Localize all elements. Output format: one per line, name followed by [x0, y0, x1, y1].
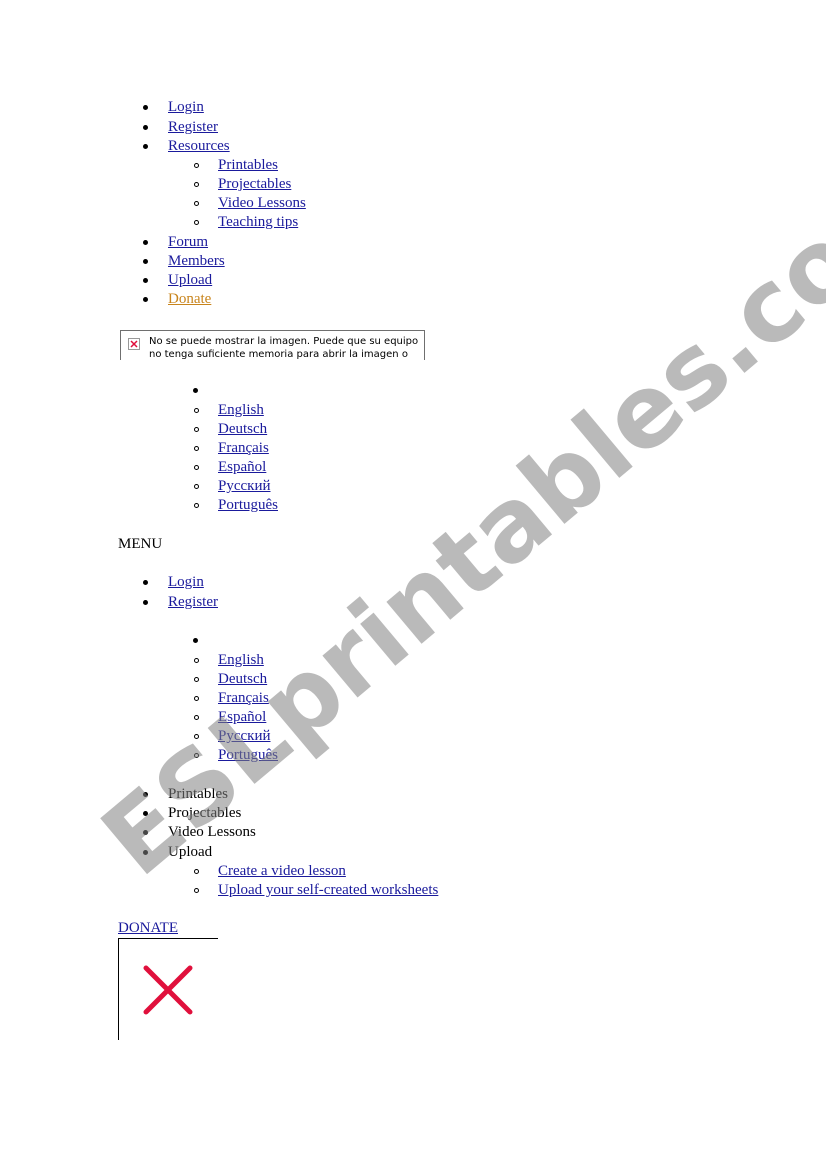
broken-image-x-icon: [143, 965, 193, 1015]
nav-item-register: Register: [168, 118, 218, 137]
circle-bullet-icon: [194, 734, 199, 739]
circle-bullet-icon: [194, 696, 199, 701]
resources-link[interactable]: Resources: [168, 138, 230, 154]
members-link[interactable]: Members: [168, 253, 225, 269]
broken-image-icon: [128, 338, 140, 350]
nav-item-upload: Upload: [168, 271, 212, 290]
donate-caps-link[interactable]: DONATE: [118, 920, 178, 936]
donate-image-placeholder[interactable]: [118, 938, 218, 1040]
language-item-russian: Русский: [218, 727, 271, 746]
bullet-icon: [143, 125, 148, 130]
deutsch-link[interactable]: Deutsch: [218, 671, 267, 687]
circle-bullet-icon: [194, 201, 199, 206]
upload-item-worksheets: Upload your self-created worksheets: [218, 881, 438, 900]
bullet-icon: [143, 278, 148, 283]
forum-link[interactable]: Forum: [168, 234, 208, 250]
circle-bullet-icon: [194, 220, 199, 225]
espanol-link[interactable]: Español: [218, 709, 266, 725]
language-item-deutsch: Deutsch: [218, 670, 267, 689]
section-upload: Upload: [168, 844, 213, 860]
language-item-portugues: Português: [218, 496, 278, 515]
english-link[interactable]: English: [218, 402, 264, 418]
bullet-icon: [143, 259, 148, 264]
menu-item-login: Login: [168, 573, 204, 592]
bullet-icon: [143, 600, 148, 605]
bullet-icon: [143, 830, 148, 835]
language-item-francais: Français: [218, 439, 269, 458]
francais-link[interactable]: Français: [218, 690, 269, 706]
bullet-icon: [193, 638, 198, 643]
bullet-icon: [143, 850, 148, 855]
portugues-link[interactable]: Português: [218, 497, 278, 513]
circle-bullet-icon: [194, 427, 199, 432]
circle-bullet-icon: [194, 446, 199, 451]
section-projectables: Projectables: [168, 805, 242, 821]
upload-link[interactable]: Upload: [168, 272, 212, 288]
circle-bullet-icon: [194, 677, 199, 682]
register-link[interactable]: Register: [168, 119, 218, 135]
circle-bullet-icon: [194, 503, 199, 508]
nav-item-resources: Resources: [168, 137, 230, 156]
deutsch-link[interactable]: Deutsch: [218, 421, 267, 437]
broken-image-message: No se puede mostrar la imagen. Puede que…: [149, 336, 419, 360]
nav-item-members: Members: [168, 252, 225, 271]
bullet-icon: [193, 388, 198, 393]
nav-item-forum: Forum: [168, 233, 208, 252]
resources-item-projectables: Projectables: [218, 175, 291, 194]
login-link[interactable]: Login: [168, 99, 204, 115]
bullet-icon: [143, 297, 148, 302]
circle-bullet-icon: [194, 484, 199, 489]
circle-bullet-icon: [194, 182, 199, 187]
language-item-espanol: Español: [218, 708, 266, 727]
language-item-english: English: [218, 651, 264, 670]
menu-item-register: Register: [168, 593, 218, 612]
projectables-link[interactable]: Projectables: [218, 176, 291, 192]
language-item-portugues: Português: [218, 746, 278, 765]
resources-item-video-lessons: Video Lessons: [218, 194, 306, 213]
portugues-link[interactable]: Português: [218, 747, 278, 763]
bullet-icon: [143, 811, 148, 816]
menu-heading: MENU: [118, 536, 163, 552]
circle-bullet-icon: [194, 715, 199, 720]
circle-bullet-icon: [194, 163, 199, 168]
language-item-english: English: [218, 401, 264, 420]
bullet-icon: [143, 105, 148, 110]
francais-link[interactable]: Français: [218, 440, 269, 456]
section-printables: Printables: [168, 786, 228, 802]
teaching-tips-link[interactable]: Teaching tips: [218, 214, 298, 230]
nav-item-donate: Donate: [168, 290, 211, 309]
bullet-icon: [143, 580, 148, 585]
language-item-russian: Русский: [218, 477, 271, 496]
circle-bullet-icon: [194, 408, 199, 413]
russian-link[interactable]: Русский: [218, 478, 271, 494]
circle-bullet-icon: [194, 658, 199, 663]
broken-image-placeholder: No se puede mostrar la imagen. Puede que…: [120, 330, 425, 360]
russian-link[interactable]: Русский: [218, 728, 271, 744]
nav-item-login: Login: [168, 98, 204, 117]
circle-bullet-icon: [194, 888, 199, 893]
resources-item-teaching-tips: Teaching tips: [218, 213, 298, 232]
video-lessons-link[interactable]: Video Lessons: [218, 195, 306, 211]
upload-worksheets-link[interactable]: Upload your self-created worksheets: [218, 882, 438, 898]
upload-item-create-video: Create a video lesson: [218, 862, 346, 881]
menu-register-link[interactable]: Register: [168, 594, 218, 610]
language-item-deutsch: Deutsch: [218, 420, 267, 439]
circle-bullet-icon: [194, 753, 199, 758]
circle-bullet-icon: [194, 465, 199, 470]
circle-bullet-icon: [194, 869, 199, 874]
donate-section: DONATE: [118, 919, 178, 938]
bullet-icon: [143, 240, 148, 245]
language-item-espanol: Español: [218, 458, 266, 477]
create-video-lesson-link[interactable]: Create a video lesson: [218, 863, 346, 879]
english-link[interactable]: English: [218, 652, 264, 668]
bullet-icon: [143, 144, 148, 149]
bullet-icon: [143, 792, 148, 797]
resources-item-printables: Printables: [218, 156, 278, 175]
language-item-francais: Français: [218, 689, 269, 708]
espanol-link[interactable]: Español: [218, 459, 266, 475]
menu-login-link[interactable]: Login: [168, 574, 204, 590]
section-video-lessons: Video Lessons: [168, 824, 256, 840]
donate-link[interactable]: Donate: [168, 291, 211, 307]
printables-link[interactable]: Printables: [218, 157, 278, 173]
